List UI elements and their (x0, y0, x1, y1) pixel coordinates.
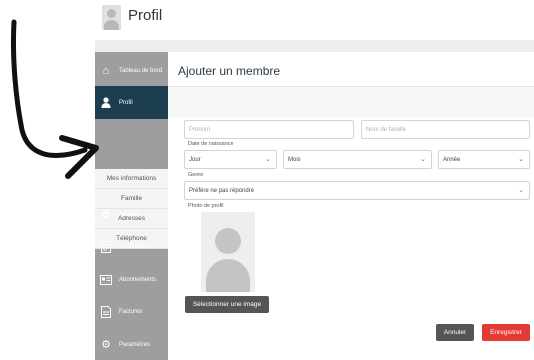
day-select-value: Jour (189, 156, 201, 163)
gender-select[interactable]: Préfère ne pas répondre ⌄ (184, 181, 530, 200)
first-name-input[interactable]: Prénom (184, 120, 354, 139)
sidebar-item-label: Activités (119, 211, 142, 218)
gender-select-value: Préfère ne pas répondre (189, 187, 255, 194)
sidebar-item-label: Factures (119, 308, 143, 315)
sidebar-item-label: Formulaires (119, 243, 151, 250)
save-button[interactable]: Enregistrer (482, 324, 530, 341)
day-select[interactable]: Jour ⌄ (184, 150, 277, 169)
sidebar-item-settings[interactable]: ⚙ Paramètres (95, 328, 168, 360)
main-content: Ajouter un membre Prénom Nom de famille … (168, 52, 534, 360)
form-top-band (168, 87, 534, 117)
month-select-value: Mois (288, 156, 301, 163)
page-title: Ajouter un membre (178, 64, 281, 78)
sidebar-item-subscriptions[interactable]: Abonnements (95, 263, 168, 296)
chevron-down-icon: ⌄ (518, 187, 524, 194)
chevron-down-icon: ⌄ (420, 156, 426, 163)
cancel-button[interactable]: Annuler (436, 324, 474, 341)
form-icon (99, 240, 113, 254)
month-select[interactable]: Mois ⌄ (283, 150, 432, 169)
chevron-down-icon: ⌄ (518, 156, 524, 163)
activity-icon: ✿ (101, 209, 111, 221)
header-strip (95, 40, 534, 52)
card-icon (99, 273, 113, 287)
year-select[interactable]: Année ⌄ (438, 150, 530, 169)
invoice-icon (99, 305, 113, 319)
sidebar-item-activities[interactable]: ✿ Activités (95, 198, 168, 231)
chevron-down-icon: ⌄ (265, 156, 271, 163)
gender-label: Genre (188, 172, 204, 178)
birth-date-label: Date de naissance (188, 141, 234, 147)
profile-photo-placeholder (201, 212, 255, 292)
photo-avatar-body (206, 259, 250, 292)
gear-icon: ⚙ (101, 339, 111, 351)
last-name-input[interactable]: Nom de famille (361, 120, 530, 139)
sidebar-item-label: Paramètres (119, 341, 151, 348)
sidebar-item-forms[interactable]: Formulaires (95, 230, 168, 263)
year-select-value: Année (443, 156, 461, 163)
sidebar-item-invoices[interactable]: Factures (95, 295, 168, 328)
select-image-button[interactable]: Sélectionner une image (185, 296, 269, 313)
sidebar-item-label: Abonnements (119, 276, 157, 283)
photo-avatar-head (215, 228, 241, 254)
hand-drawn-arrow (10, 19, 99, 179)
photo-label: Photo de profil (188, 203, 224, 209)
